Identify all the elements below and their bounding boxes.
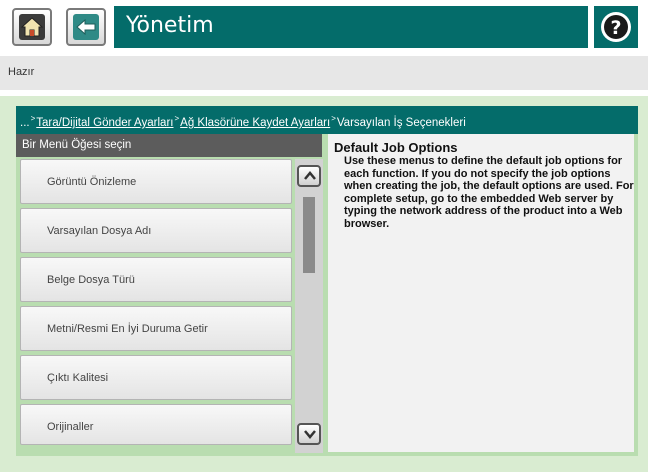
- help-question-icon: ?: [601, 12, 631, 42]
- breadcrumb-item-current: Varsayılan İş Seçenekleri: [336, 117, 466, 129]
- settings-panel: ...>Tara/Dijital Gönder Ayarları>Ağ Klas…: [16, 106, 638, 456]
- scrollbar[interactable]: [295, 159, 323, 453]
- menu-item-originals[interactable]: Orijinaller: [20, 404, 292, 445]
- title-banner: Yönetim: [114, 6, 588, 48]
- description-panel: Default Job Options Use these menus to d…: [328, 134, 634, 452]
- menu-item-default-file-name[interactable]: Varsayılan Dosya Adı: [20, 208, 292, 253]
- status-text: Hazır: [8, 66, 35, 78]
- home-icon: [19, 14, 45, 40]
- scroll-up-button[interactable]: [297, 165, 321, 187]
- chevron-down-icon: [304, 430, 316, 439]
- breadcrumb-item-scan-settings[interactable]: Tara/Dijital Gönder Ayarları: [36, 117, 173, 129]
- back-button[interactable]: [66, 8, 106, 46]
- title-bar: Yönetim ?: [0, 0, 648, 50]
- home-button[interactable]: [12, 8, 52, 46]
- menu-item-output-quality[interactable]: Çıktı Kalitesi: [20, 355, 292, 400]
- page-title: Yönetim: [126, 13, 214, 38]
- breadcrumb: ...>Tara/Dijital Gönder Ayarları>Ağ Klas…: [16, 106, 638, 134]
- scroll-thumb[interactable]: [303, 197, 315, 273]
- menu-list: Görüntü Önizleme Varsayılan Dosya Adı Be…: [20, 159, 292, 445]
- chevron-up-icon: [304, 171, 316, 180]
- breadcrumb-item-network-folder[interactable]: Ağ Klasörüne Kaydet Ayarları: [180, 117, 330, 129]
- breadcrumb-separator-icon: >: [30, 114, 36, 123]
- breadcrumb-separator-icon: >: [331, 114, 336, 123]
- breadcrumb-separator-icon: >: [174, 114, 180, 123]
- main-area: ...>Tara/Dijital Gönder Ayarları>Ağ Klas…: [0, 96, 648, 472]
- menu-item-document-file-type[interactable]: Belge Dosya Türü: [20, 257, 292, 302]
- help-button[interactable]: ?: [594, 6, 638, 48]
- menu-item-optimize-text-picture[interactable]: Metni/Resmi En İyi Duruma Getir: [20, 306, 292, 351]
- svg-text:?: ?: [610, 17, 621, 39]
- status-bar: Hazır: [0, 56, 648, 90]
- breadcrumb-ellipsis[interactable]: ...: [20, 117, 30, 129]
- menu-item-image-preview[interactable]: Görüntü Önizleme: [20, 159, 292, 204]
- scroll-down-button[interactable]: [297, 423, 321, 445]
- back-arrow-icon: [73, 14, 99, 40]
- menu-header: Bir Menü Öğesi seçin: [16, 134, 322, 157]
- description-title: Default Job Options: [334, 140, 458, 155]
- description-body: Use these menus to define the default jo…: [344, 155, 634, 230]
